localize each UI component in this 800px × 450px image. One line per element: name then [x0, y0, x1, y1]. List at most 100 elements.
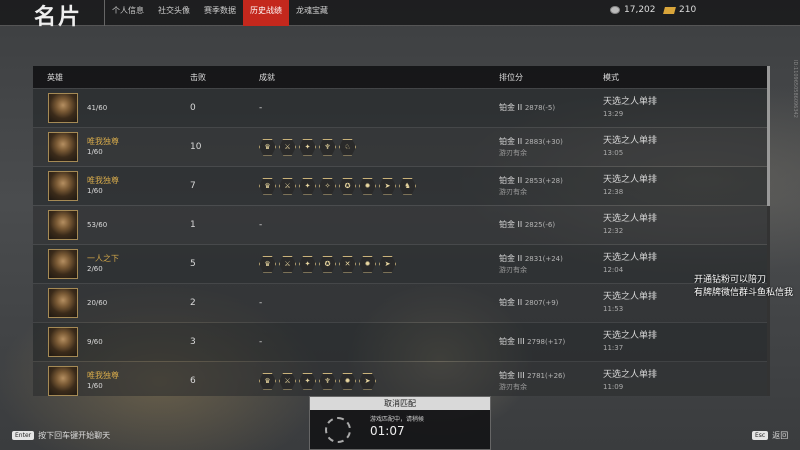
back-button[interactable]: Esc 返回 — [752, 430, 788, 441]
rank-tier: 铂金 III — [499, 337, 525, 346]
enter-key-icon: Enter — [12, 431, 35, 440]
kills: 0 — [190, 103, 196, 113]
rank-cell: 铂金 II 2883(+30) 游刃有余 — [499, 136, 603, 159]
achievement-badge-icon: ➤ — [379, 255, 396, 273]
hero-cell: 唯我独尊 1/60 — [33, 171, 190, 201]
table-row[interactable]: 9/60 3 - 铂金 III 2798(+17) 天选之人单排 11:37 — [33, 323, 770, 361]
cancel-match-button[interactable]: 取消匹配 — [310, 397, 490, 410]
rank-score: 2781(+26) — [527, 371, 566, 380]
achievement-badge-icon: ♛ — [259, 177, 276, 195]
achievement-badge-icon: ➤ — [379, 177, 396, 195]
placement: 53/60 — [87, 221, 108, 229]
achievements: ♛ ⚔ ✦ ♆ ♘ — [259, 138, 499, 156]
achievements: ♛ ⚔ ✦ ✪ ✕ ✹ ➤ — [259, 255, 499, 273]
rank-cell: 铂金 II 2878(-5) — [499, 102, 603, 114]
match-time: 11:37 — [603, 344, 624, 352]
rank-tier: 铂金 II — [499, 136, 523, 146]
stream-overlay-line-2: 有牌牌微信群斗鱼私信我 — [694, 288, 794, 298]
no-achievement: - — [259, 220, 263, 230]
title-name: 一人之下 — [87, 254, 119, 263]
achievement-badge-icon: ♆ — [319, 372, 336, 390]
hero-avatar — [48, 327, 78, 357]
achievement-badge-icon: ✪ — [319, 255, 336, 273]
match-history-table: 英雄 击败 成就 排位分 模式 41/60 0 - 铂金 II 2878(-5)… — [33, 66, 770, 396]
rank-tier: 铂金 II — [499, 103, 523, 112]
kills: 10 — [190, 142, 202, 152]
achievement-badge-icon: ♆ — [319, 138, 336, 156]
achievement-badge-icon: ♘ — [339, 138, 356, 156]
page-title: 名片 — [34, 5, 83, 30]
no-achievement: - — [259, 337, 263, 347]
placement: 1/60 — [87, 148, 103, 156]
mode-label: 天选之人单排 — [603, 175, 658, 185]
hero-cell: 唯我独尊 1/60 — [33, 366, 190, 396]
table-row[interactable]: 53/60 1 - 铂金 II 2825(-6) 天选之人单排 12:32 — [33, 206, 770, 244]
tab-personal-info[interactable]: 个人信息 — [105, 0, 151, 22]
matchmaking-spinner-icon — [325, 417, 351, 443]
scrollbar-thumb[interactable] — [767, 66, 770, 206]
back-button-label: 返回 — [772, 431, 789, 440]
rank-tier: 铂金 II — [499, 253, 523, 263]
mode-label: 天选之人单排 — [603, 214, 658, 224]
rank-tier: 铂金 III — [499, 370, 525, 380]
matchmaking-status: 游戏匹配中，请稍候 — [370, 416, 425, 423]
hero-cell: 20/60 — [33, 288, 190, 318]
rank-cell: 铂金 III 2798(+17) — [499, 336, 603, 348]
hero-avatar — [48, 288, 78, 318]
table-row[interactable]: 一人之下 2/60 5 ♛ ⚔ ✦ ✪ ✕ ✹ ➤ 铂金 II 2831(+24) 游刃有余… — [33, 245, 770, 283]
achievements: ♛ ⚔ ✦ ♆ ✹ ➤ — [259, 372, 499, 390]
table-row[interactable]: 唯我独尊 1/60 7 ♛ ⚔ ✦ ✧ ✪ ✹ ➤ ♞ 铂金 II 2853(+28) 游刃有… — [33, 167, 770, 205]
mode-cell: 天选之人单排 13:29 — [603, 96, 770, 120]
tab-match-history[interactable]: 历史战绩 — [243, 0, 289, 26]
hero-cell: 41/60 — [33, 93, 190, 123]
placement: 41/60 — [87, 104, 108, 112]
placement: 20/60 — [87, 299, 108, 307]
hero-cell: 唯我独尊 1/60 — [33, 132, 190, 162]
achievements: - — [259, 298, 499, 308]
kills: 6 — [190, 376, 196, 386]
no-achievement: - — [259, 103, 263, 113]
mode-label: 天选之人单排 — [603, 136, 658, 146]
header-mode: 模式 — [603, 72, 619, 82]
match-time: 11:53 — [603, 305, 624, 313]
achievement-badge-icon: ⚔ — [279, 372, 296, 390]
tab-dragon-treasure[interactable]: 龙魂宝藏 — [289, 0, 335, 22]
table-row[interactable]: 41/60 0 - 铂金 II 2878(-5) 天选之人单排 13:29 — [33, 89, 770, 127]
achievement-badge-icon: ♛ — [259, 138, 276, 156]
chat-hint[interactable]: Enter 按下回车键开始聊天 — [12, 430, 110, 441]
rank-cell: 铂金 II 2807(+9) — [499, 297, 603, 309]
rank-cell: 铂金 III 2781(+26) 游刃有余 — [499, 370, 603, 393]
achievement-badge-icon: ✦ — [299, 177, 316, 195]
achievement-badge-icon: ✹ — [339, 372, 356, 390]
placement: 1/60 — [87, 382, 103, 390]
table-row[interactable]: 唯我独尊 1/60 10 ♛ ⚔ ✦ ♆ ♘ 铂金 II 2883(+30) 游刃有余 … — [33, 128, 770, 166]
top-bar: 名片 个人信息 社交头像 赛季数据 历史战绩 龙魂宝藏 17,202 210 — [0, 0, 800, 30]
tab-season-data[interactable]: 赛季数据 — [197, 0, 243, 22]
achievements: ♛ ⚔ ✦ ✧ ✪ ✹ ➤ ♞ — [259, 177, 499, 195]
achievement-badge-icon: ✦ — [299, 372, 316, 390]
scrollbar[interactable] — [767, 66, 770, 396]
table-row[interactable]: 20/60 2 - 铂金 II 2807(+9) 天选之人单排 11:53 — [33, 284, 770, 322]
rank-score: 2878(-5) — [524, 104, 556, 112]
mode-cell: 天选之人单排 12:32 — [603, 213, 770, 237]
table-row[interactable]: 唯我独尊 1/60 6 ♛ ⚔ ✦ ♆ ✹ ➤ 铂金 III 2781(+26) 游刃有余… — [33, 362, 770, 396]
hero-avatar — [48, 366, 78, 396]
mode-cell: 天选之人单排 11:09 — [603, 369, 770, 393]
mode-label: 天选之人单排 — [603, 370, 658, 380]
rank-tier: 铂金 II — [499, 298, 523, 307]
mode-cell: 天选之人单排 13:05 — [603, 135, 770, 159]
achievement-badge-icon: ♞ — [399, 177, 416, 195]
tab-bar: 个人信息 社交头像 赛季数据 历史战绩 龙魂宝藏 — [104, 0, 335, 26]
rank-cell: 铂金 II 2831(+24) 游刃有余 — [499, 253, 603, 276]
rank-sub: 游刃有余 — [499, 187, 527, 196]
silver-coin-icon — [610, 6, 620, 14]
rank-sub: 游刃有余 — [499, 265, 527, 274]
rank-cell: 铂金 II 2825(-6) — [499, 219, 603, 231]
silver-currency: 17,202 — [610, 5, 656, 15]
kills: 5 — [190, 259, 196, 269]
hero-cell: 一人之下 2/60 — [33, 249, 190, 279]
tab-social-avatar[interactable]: 社交头像 — [151, 0, 197, 22]
achievement-badge-icon: ✦ — [299, 255, 316, 273]
mode-label: 天选之人单排 — [603, 97, 658, 107]
achievement-badge-icon: ⚔ — [279, 138, 296, 156]
